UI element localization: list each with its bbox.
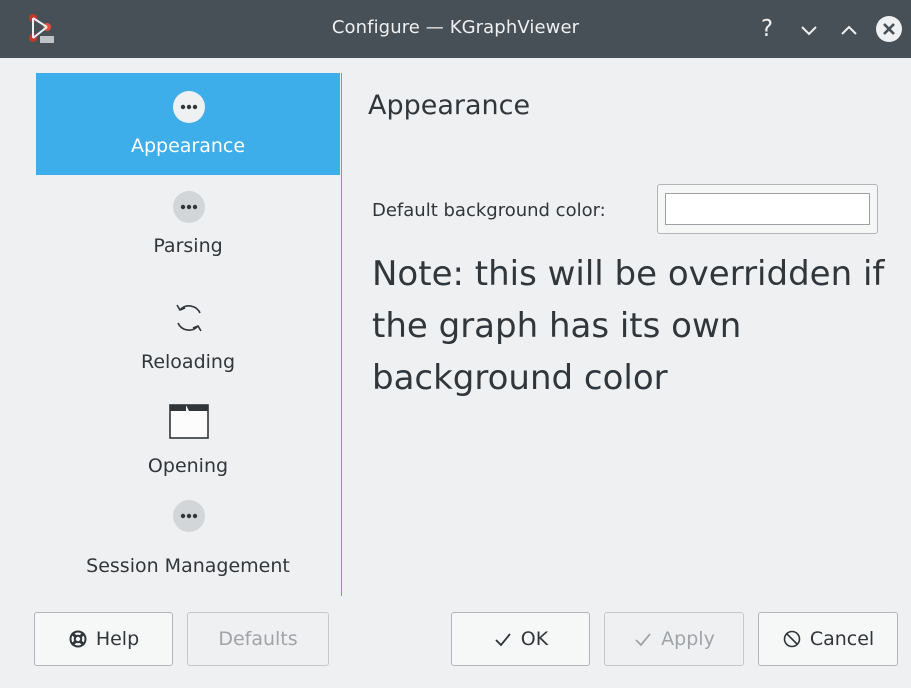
page-item-appearance[interactable]: Appearance — [36, 73, 340, 175]
page-title: Appearance — [368, 90, 531, 121]
help-button-label: Help — [95, 628, 140, 650]
maximize-button[interactable] — [832, 10, 866, 48]
help-lifebuoy-icon — [69, 630, 87, 648]
cancel-button[interactable]: Cancel — [758, 612, 898, 666]
cancel-icon — [783, 630, 801, 648]
page-list[interactable]: Appearance Parsing Reloading Opening Ses… — [36, 73, 342, 596]
page-item-session-management[interactable]: Session Management — [36, 481, 340, 583]
page-item-reloading[interactable]: Reloading — [36, 277, 340, 379]
chevron-down-icon — [801, 26, 817, 36]
defaults-button-label: Defaults — [218, 628, 298, 650]
more-dots-icon — [173, 191, 205, 223]
ok-button[interactable]: OK — [451, 612, 590, 666]
page-item-label: Opening — [147, 455, 229, 477]
minimize-button[interactable] — [792, 10, 826, 48]
cancel-button-label: Cancel — [809, 628, 875, 650]
defaults-button[interactable]: Defaults — [187, 612, 329, 666]
color-swatch — [665, 193, 870, 225]
apply-button[interactable]: Apply — [604, 612, 744, 666]
checkmark-icon — [495, 633, 511, 647]
background-color-label: Default background color: — [372, 200, 606, 221]
page-item-opening[interactable]: Opening — [36, 378, 340, 480]
context-help-button[interactable]: ? — [750, 10, 784, 48]
more-dots-icon — [173, 500, 205, 532]
page-item-label: Appearance — [130, 135, 246, 157]
page-item-label: Session Management — [86, 555, 290, 577]
ok-button-label: OK — [520, 628, 549, 650]
reload-icon — [176, 304, 202, 332]
close-button[interactable] — [872, 10, 906, 48]
close-icon — [876, 16, 902, 42]
page-item-label: Parsing — [153, 235, 223, 257]
background-color-button[interactable] — [657, 184, 878, 234]
chevron-up-icon — [841, 25, 857, 35]
apply-button-label: Apply — [661, 628, 715, 650]
override-note: Note: this will be overridden if the gra… — [372, 254, 885, 398]
help-button[interactable]: Help — [34, 612, 173, 666]
folder-icon — [169, 404, 209, 439]
page-item-parsing[interactable]: Parsing — [36, 176, 340, 278]
title-bar[interactable]: Configure — KGraphViewer ? — [0, 0, 911, 58]
page-item-label: Reloading — [140, 351, 236, 373]
more-dots-icon — [173, 91, 205, 123]
checkmark-icon — [635, 633, 651, 647]
